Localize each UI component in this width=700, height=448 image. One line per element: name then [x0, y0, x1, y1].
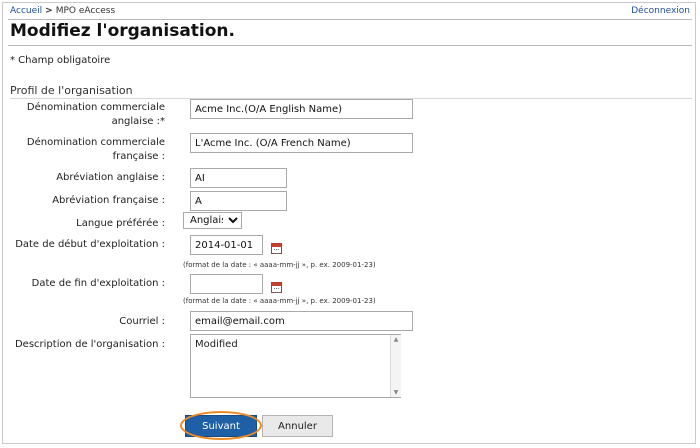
email-label: Courriel :: [119, 316, 165, 327]
end-date-input[interactable]: [190, 274, 263, 294]
end-date-hint: (format de la date : « aaaa-mm-jj », p. …: [183, 297, 376, 305]
trade-name-en-label-line1: Dénomination commerciale: [26, 102, 165, 113]
abbr-en-label: Abréviation anglaise :: [56, 172, 165, 183]
trade-name-fr-label: Dénomination commerciale française :: [27, 136, 165, 164]
cancel-button[interactable]: Annuler: [262, 415, 333, 437]
description-scrollbar[interactable]: ▲ ▼: [390, 335, 401, 397]
arrow-down-icon[interactable]: ▼: [391, 389, 401, 396]
breadcrumb-current: MPO eAccess: [55, 6, 116, 16]
trade-name-en-label-line2: anglaise :*: [111, 116, 165, 127]
description-textarea[interactable]: Modified: [190, 334, 401, 398]
trade-name-en-label: Dénomination commerciale anglaise :*: [27, 101, 165, 129]
start-date-hint: (format de la date : « aaaa-mm-jj », p. …: [183, 261, 376, 269]
breadcrumb: Accueil > MPO eAccess: [10, 6, 115, 16]
divider: [8, 45, 692, 46]
breadcrumb-separator: >: [45, 6, 53, 16]
description-label: Description de l'organisation :: [14, 339, 165, 350]
language-label: Langue préférée :: [76, 218, 165, 229]
trade-name-fr-label-line1: Dénomination commerciale: [26, 137, 165, 148]
trade-name-fr-input[interactable]: [190, 133, 413, 153]
calendar-icon[interactable]: [271, 282, 282, 293]
arrow-up-icon[interactable]: ▲: [391, 336, 401, 343]
breadcrumb-home-link[interactable]: Accueil: [10, 6, 42, 16]
start-date-label: Date de début d'exploitation :: [15, 239, 165, 250]
email-input[interactable]: [190, 311, 413, 331]
start-date-input[interactable]: [190, 235, 263, 255]
trade-name-fr-label-line2: française :: [112, 151, 165, 162]
section-title: Profil de l'organisation: [10, 84, 133, 97]
abbr-fr-label: Abréviation française :: [52, 195, 165, 206]
trade-name-en-input[interactable]: [190, 99, 413, 119]
calendar-icon[interactable]: [271, 243, 282, 254]
abbr-fr-input[interactable]: [190, 191, 287, 211]
end-date-label: Date de fin d'exploitation :: [31, 278, 165, 289]
logout-link[interactable]: Déconnexion: [631, 6, 690, 16]
divider: [8, 19, 692, 20]
page-title: Modifiez l'organisation.: [10, 21, 235, 41]
language-select[interactable]: Anglais: [183, 212, 242, 229]
abbr-en-input[interactable]: [190, 168, 287, 188]
required-note: * Champ obligatoire: [10, 55, 111, 66]
next-button-highlight: [180, 411, 262, 440]
top-bar: Accueil > MPO eAccess Déconnexion: [10, 6, 690, 20]
